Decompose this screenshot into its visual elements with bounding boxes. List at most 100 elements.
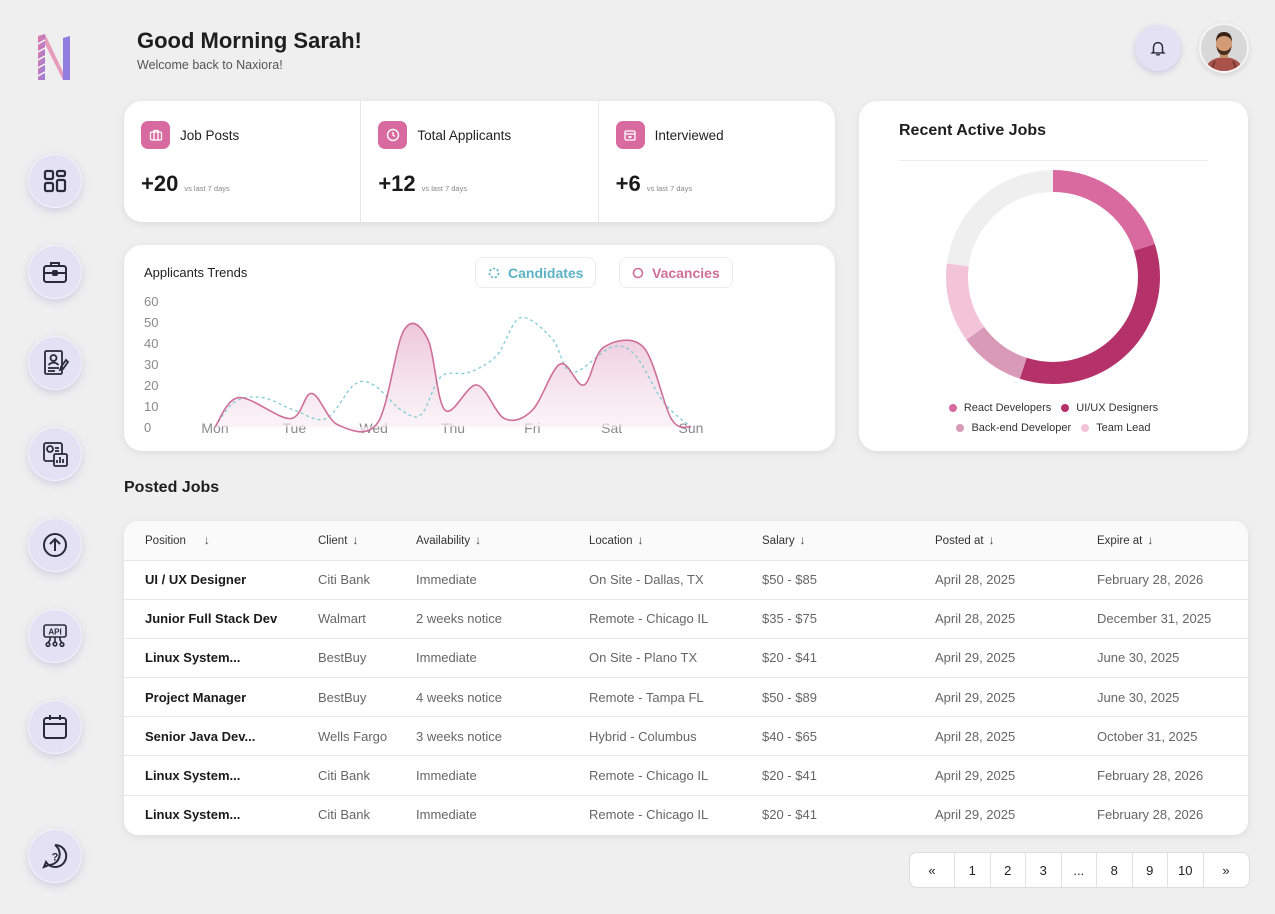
cell-client: BestBuy xyxy=(297,638,395,679)
legend-dot xyxy=(1061,404,1070,412)
table-row[interactable]: Linux System... Citi Bank Immediate Remote … xyxy=(124,755,1248,796)
stat-comparison: vs last 7 days xyxy=(646,184,693,193)
sidebar-item-reports[interactable] xyxy=(28,427,82,481)
column-label: Position xyxy=(145,535,186,548)
page-button-3[interactable]: 3 xyxy=(1026,853,1062,887)
pagination: « 1 2 3 ... 8 9 10 » xyxy=(909,852,1250,888)
vacancies-area xyxy=(215,323,691,432)
page-button-1[interactable]: 1 xyxy=(955,853,991,887)
sort-arrow-icon[interactable]: ↓ xyxy=(989,533,995,547)
table-row[interactable]: Linux System... BestBuy Immediate On Site -… xyxy=(124,638,1248,679)
donut-legend-row-2: Back-end Developer Team Lead xyxy=(859,422,1248,434)
svg-text:API: API xyxy=(48,628,61,637)
stat-label: Job Posts xyxy=(180,127,240,143)
cell-client: Citi Bank xyxy=(318,807,371,823)
cell-expire-at: February 28, 2026 xyxy=(1076,755,1248,796)
sidebar-item-api[interactable]: API xyxy=(28,609,82,663)
table-row[interactable]: UI / UX Designer Citi Bank Immediate On Sit… xyxy=(124,560,1248,600)
legend-item: Back-end Developer xyxy=(956,422,1071,434)
vacancies-toggle[interactable]: Vacancies xyxy=(619,257,733,288)
sort-arrow-icon[interactable]: ↓ xyxy=(475,533,481,547)
cell-salary: $40 - $65 xyxy=(741,716,914,757)
page-button-9[interactable]: 9 xyxy=(1133,853,1168,887)
sidebar-item-calendar[interactable] xyxy=(28,700,82,754)
legend-label: Back-end Developer xyxy=(971,422,1072,434)
sidebar-item-dashboard[interactable] xyxy=(28,154,82,208)
calendar-icon xyxy=(615,121,645,149)
upload-arrow-icon xyxy=(43,533,67,557)
report-chart-icon xyxy=(43,442,68,467)
column-header-availability[interactable]: Availability ↓ xyxy=(395,521,568,561)
cell-salary: $50 - $89 xyxy=(741,677,914,718)
y-tick-label: 10 xyxy=(144,399,158,414)
cell-expire-at: February 28, 2026 xyxy=(1097,807,1204,823)
x-tick-label: Sun xyxy=(679,420,704,436)
candidates-toggle[interactable]: Candidates xyxy=(475,257,597,288)
table-row[interactable]: Senior Java Dev... Wells Fargo 3 weeks not… xyxy=(124,716,1248,757)
page-button-10[interactable]: 10 xyxy=(1168,853,1204,887)
cell-client: Citi Bank xyxy=(297,560,395,600)
posted-jobs-table-card: Position ↓ Client ↓ Availability ↓ Location… xyxy=(124,521,1248,835)
sidebar-item-upload[interactable] xyxy=(28,518,82,572)
cell-expire-at: February 28, 2026 xyxy=(1076,560,1248,600)
column-label: Expire at xyxy=(1097,535,1143,548)
cell-posted-at: April 29, 2025 xyxy=(914,638,1076,679)
help-button[interactable]: ? xyxy=(28,829,82,883)
stat-comparison: vs last 7 days xyxy=(421,184,468,193)
column-header-position[interactable]: Position ↓ xyxy=(124,521,297,561)
trends-title: Applicants Trends xyxy=(144,265,248,280)
first-page-button[interactable]: « xyxy=(910,853,955,887)
avatar[interactable] xyxy=(1199,23,1249,73)
column-header-expire-at[interactable]: Expire at ↓ xyxy=(1076,521,1248,561)
column-label: Availability xyxy=(416,535,471,548)
posted-jobs-table: Position ↓ Client ↓ Availability ↓ Location… xyxy=(124,521,1248,834)
table-row[interactable]: Linux System... Citi Bank Immediate Remote … xyxy=(124,795,1248,834)
sort-arrow-icon[interactable]: ↓ xyxy=(204,533,210,547)
cell-position: Linux System... xyxy=(124,638,297,679)
page-button-2[interactable]: 2 xyxy=(991,853,1026,887)
column-header-client[interactable]: Client ↓ xyxy=(297,521,395,561)
svg-text:?: ? xyxy=(52,852,59,864)
stat-total-applicants[interactable]: Total Applicants +12 vs last 7 days xyxy=(361,101,599,222)
y-tick-label: 20 xyxy=(144,378,158,393)
sort-arrow-icon[interactable]: ↓ xyxy=(1147,533,1153,547)
user-avatar-image xyxy=(1201,25,1247,71)
resume-profile-icon xyxy=(44,350,70,375)
last-page-button[interactable]: » xyxy=(1204,853,1249,887)
cell-posted-at: April 29, 2025 xyxy=(914,677,1076,718)
column-header-posted-at[interactable]: Posted at ↓ xyxy=(914,521,1076,561)
page-ellipsis: ... xyxy=(1062,853,1097,887)
candidates-label: Candidates xyxy=(508,264,584,281)
legend-item: UI/UX Designers xyxy=(1061,402,1158,414)
table-row[interactable]: Junior Full Stack Dev Walmart 2 weeks noti… xyxy=(124,599,1248,639)
dashboard-grid-icon xyxy=(43,169,67,193)
legend-dot xyxy=(948,404,957,412)
sort-arrow-icon[interactable]: ↓ xyxy=(800,533,806,547)
page-button-8[interactable]: 8 xyxy=(1097,853,1133,887)
table-row[interactable]: Project Manager BestBuy 4 weeks notice Remo… xyxy=(124,677,1248,718)
cell-salary: $20 - $41 xyxy=(741,638,914,679)
recent-active-jobs-card: Recent Active Jobs React Developers UI/U… xyxy=(859,101,1248,451)
cell-location: Remote - Chicago IL xyxy=(568,599,741,639)
sidebar-item-candidates[interactable] xyxy=(28,336,82,390)
column-label: Posted at xyxy=(935,535,984,548)
cell-availability: 2 weeks notice xyxy=(395,599,568,639)
cell-location: On Site - Dallas, TX xyxy=(568,560,741,600)
column-header-salary[interactable]: Salary ↓ xyxy=(741,521,914,561)
stat-interviewed[interactable]: Interviewed +6 vs last 7 days xyxy=(599,101,835,222)
sort-arrow-icon[interactable]: ↓ xyxy=(352,533,358,547)
cell-posted-at: April 28, 2025 xyxy=(914,599,1076,639)
sort-arrow-icon[interactable]: ↓ xyxy=(637,533,643,547)
stat-job-posts[interactable]: Job Posts +20 vs last 7 days xyxy=(124,101,362,222)
sidebar-item-jobs[interactable] xyxy=(28,245,82,299)
cell-posted-at: April 28, 2025 xyxy=(914,560,1076,600)
notifications-button[interactable] xyxy=(1135,25,1181,71)
cell-availability: 4 weeks notice xyxy=(395,677,568,718)
candidates-dashed-circle-icon xyxy=(488,267,500,278)
column-label: Client xyxy=(318,535,348,548)
cell-position: Linux System... xyxy=(145,807,241,823)
posted-jobs-title: Posted Jobs xyxy=(124,479,220,496)
column-header-location[interactable]: Location ↓ xyxy=(568,521,741,561)
cell-availability: Immediate xyxy=(395,755,568,796)
briefcase-icon xyxy=(141,121,170,149)
